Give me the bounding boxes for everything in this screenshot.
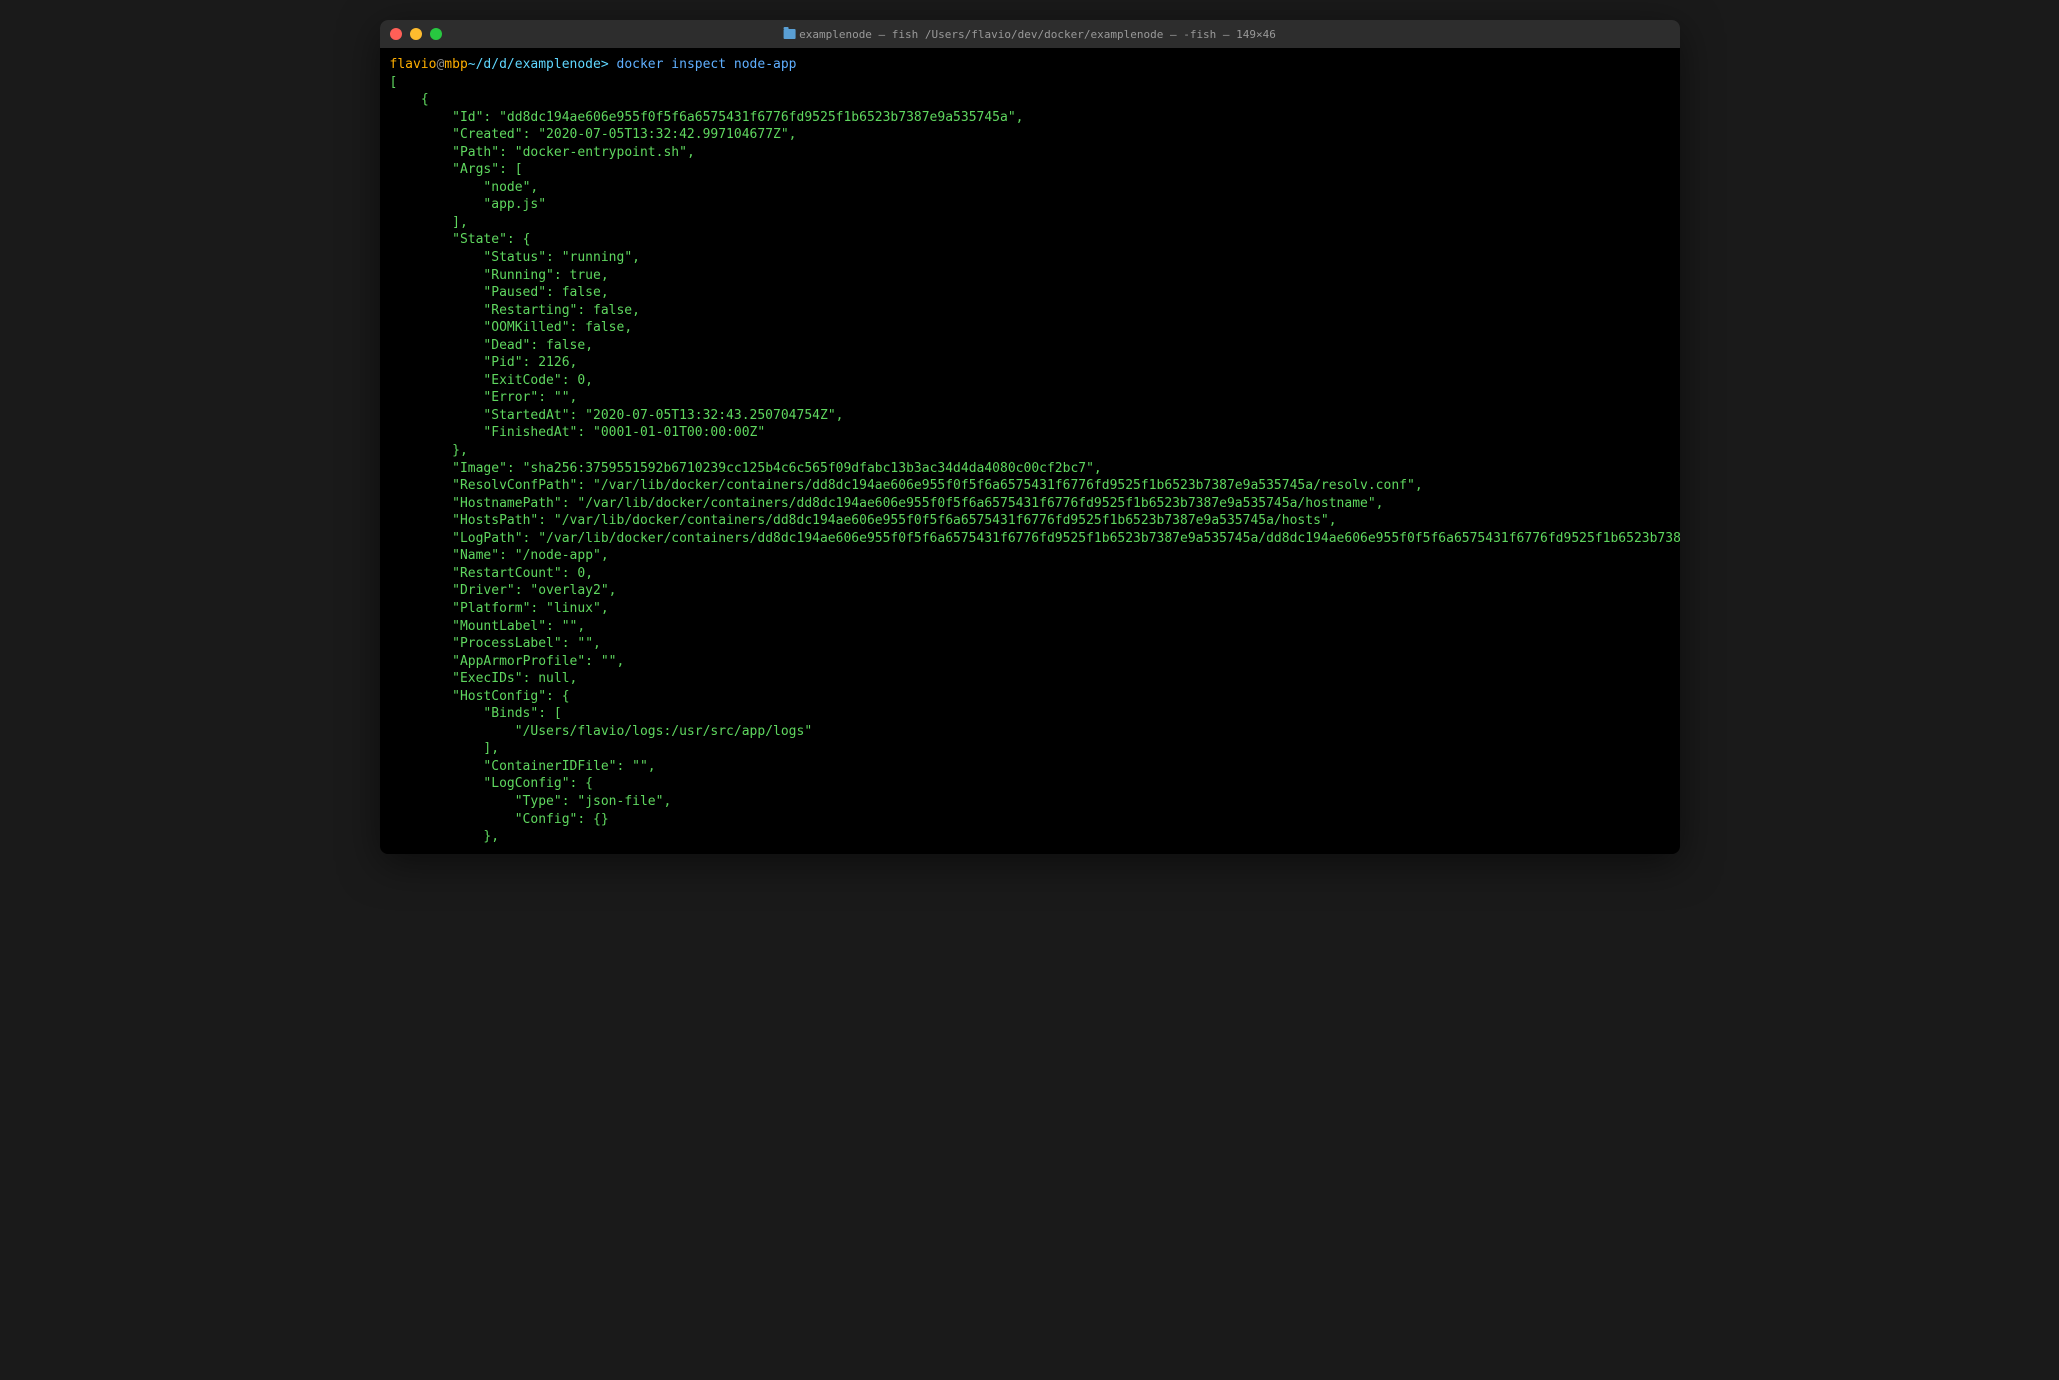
output-args-1: "app.js": [483, 197, 546, 212]
close-icon[interactable]: [390, 28, 402, 40]
output-open-brace: {: [421, 92, 429, 107]
output-state-close: },: [452, 443, 468, 458]
output-open-bracket: [: [390, 75, 398, 90]
output-driver: "Driver": "overlay2",: [452, 583, 616, 598]
output-hostconfig-binds-close: ],: [483, 741, 499, 756]
output-state-restarting: "Restarting": false,: [483, 303, 640, 318]
output-state-startedat: "StartedAt": "2020-07-05T13:32:43.250704…: [483, 408, 843, 423]
output-hostconfig-logconfig-key: "LogConfig": {: [483, 776, 593, 791]
output-state-paused: "Paused": false,: [483, 285, 608, 300]
output-args-close: ],: [452, 215, 468, 230]
output-hostnamepath: "HostnamePath": "/var/lib/docker/contain…: [452, 496, 1383, 511]
output-hostconfig-containeridfile: "ContainerIDFile": "",: [483, 759, 655, 774]
maximize-icon[interactable]: [430, 28, 442, 40]
output-hostconfig-key: "HostConfig": {: [452, 689, 569, 704]
output-processlabel: "ProcessLabel": "",: [452, 636, 601, 651]
output-name: "Name": "/node-app",: [452, 548, 609, 563]
output-resolvconfpath: "ResolvConfPath": "/var/lib/docker/conta…: [452, 478, 1423, 493]
output-state-pid: "Pid": 2126,: [483, 355, 577, 370]
output-hostconfig-binds-key: "Binds": [: [483, 706, 561, 721]
output-hostconfig-logconfig-close: },: [483, 829, 499, 844]
command-text: docker inspect node-app: [617, 57, 797, 72]
prompt-host: mbp: [444, 57, 467, 72]
output-created: "Created": "2020-07-05T13:32:42.99710467…: [452, 127, 796, 142]
output-state-exitcode: "ExitCode": 0,: [483, 373, 593, 388]
title-bar: examplenode — fish /Users/flavio/dev/doc…: [380, 20, 1680, 48]
output-args-0: "node",: [483, 180, 538, 195]
output-state-running: "Running": true,: [483, 268, 608, 283]
folder-icon: [783, 29, 795, 39]
output-state-dead: "Dead": false,: [483, 338, 593, 353]
output-state-key: "State": {: [452, 232, 530, 247]
output-apparmorprofile: "AppArmorProfile": "",: [452, 654, 624, 669]
output-hostspath: "HostsPath": "/var/lib/docker/containers…: [452, 513, 1336, 528]
terminal-content[interactable]: flavio@mbp~/d/d/examplenode> docker insp…: [380, 48, 1680, 854]
output-hostconfig-binds-0: "/Users/flavio/logs:/usr/src/app/logs": [515, 724, 812, 739]
output-logpath: "LogPath": "/var/lib/docker/containers/d…: [390, 531, 1680, 546]
traffic-lights: [390, 28, 442, 40]
window-title: examplenode — fish /Users/flavio/dev/doc…: [783, 28, 1276, 41]
output-hostconfig-logconfig-config: "Config": {}: [515, 812, 609, 827]
output-state-finishedat: "FinishedAt": "0001-01-01T00:00:00Z": [483, 425, 765, 440]
prompt-gt: >: [601, 57, 609, 72]
terminal-window: examplenode — fish /Users/flavio/dev/doc…: [380, 20, 1680, 854]
output-mountlabel: "MountLabel": "",: [452, 619, 585, 634]
prompt-user: flavio: [390, 57, 437, 72]
output-state-oomkilled: "OOMKilled": false,: [483, 320, 632, 335]
window-title-text: examplenode — fish /Users/flavio/dev/doc…: [799, 28, 1276, 41]
output-args-key: "Args": [: [452, 162, 522, 177]
output-id: "Id": "dd8dc194ae606e955f0f5f6a6575431f6…: [452, 110, 1023, 125]
output-restartcount: "RestartCount": 0,: [452, 566, 593, 581]
output-image: "Image": "sha256:3759551592b6710239cc125…: [452, 461, 1102, 476]
prompt-path: ~/d/d/examplenode: [468, 57, 601, 72]
output-path: "Path": "docker-entrypoint.sh",: [452, 145, 695, 160]
output-execids: "ExecIDs": null,: [452, 671, 577, 686]
output-state-error: "Error": "",: [483, 390, 577, 405]
output-platform: "Platform": "linux",: [452, 601, 609, 616]
output-state-status: "Status": "running",: [483, 250, 640, 265]
minimize-icon[interactable]: [410, 28, 422, 40]
output-hostconfig-logconfig-type: "Type": "json-file",: [515, 794, 672, 809]
